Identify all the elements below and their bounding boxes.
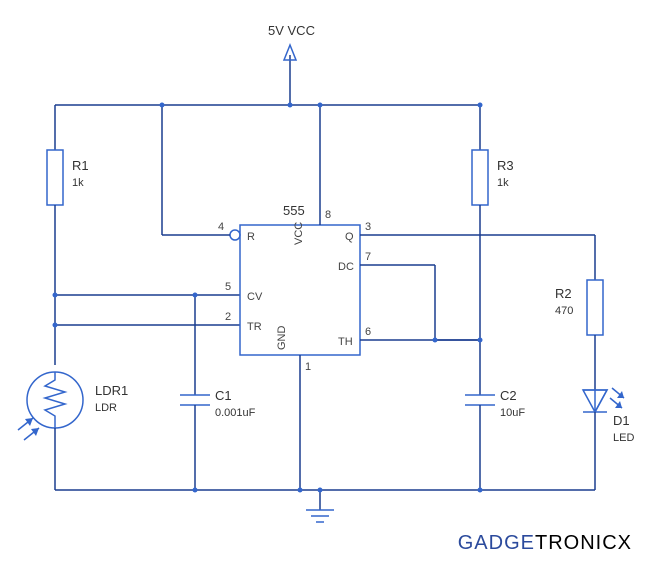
pin-q-label: Q bbox=[345, 231, 354, 243]
resistor-r1 bbox=[47, 150, 63, 205]
junction-dot bbox=[478, 338, 483, 343]
vcc-label: 5V VCC bbox=[268, 23, 315, 38]
resistor-r2 bbox=[587, 280, 603, 335]
r3-ref: R3 bbox=[497, 158, 514, 173]
pin-dc-label: DC bbox=[338, 261, 354, 273]
junction-dot bbox=[53, 293, 58, 298]
r2-ref: R2 bbox=[555, 286, 572, 301]
pin4-bubble-icon bbox=[230, 230, 240, 240]
junction-dot bbox=[318, 103, 323, 108]
ic-name: 555 bbox=[283, 203, 305, 218]
c1-value: 0.001uF bbox=[215, 407, 256, 419]
r3-value: 1k bbox=[497, 177, 509, 189]
pin3-num: 3 bbox=[365, 221, 371, 233]
watermark: GADGETRONICX bbox=[458, 532, 632, 555]
capacitor-c2 bbox=[465, 395, 495, 405]
pin-th-label: TH bbox=[338, 336, 353, 348]
resistor-r3 bbox=[472, 150, 488, 205]
pin-gnd-label: GND bbox=[276, 326, 288, 351]
circuit-schematic: 5V VCC R1 1k LDR1 LDR C1 0.001uF 5 bbox=[0, 0, 650, 570]
pin7-num: 7 bbox=[365, 251, 371, 263]
pin-cv-label: CV bbox=[247, 291, 263, 303]
ldr1-value: LDR bbox=[95, 402, 117, 414]
c2-ref: C2 bbox=[500, 388, 517, 403]
junction-dot bbox=[478, 488, 483, 493]
led-d1 bbox=[583, 388, 624, 412]
junction-dot bbox=[478, 103, 483, 108]
pin8-num: 8 bbox=[325, 209, 331, 221]
pin6-num: 6 bbox=[365, 326, 371, 338]
d1-ref: D1 bbox=[613, 413, 630, 428]
r1-value: 1k bbox=[72, 177, 84, 189]
ldr1-ref: LDR1 bbox=[95, 383, 128, 398]
junction-dot bbox=[193, 293, 198, 298]
ldr-symbol bbox=[18, 372, 83, 440]
pin-r-label: R bbox=[247, 231, 255, 243]
pin5-num: 5 bbox=[225, 281, 231, 293]
r2-value: 470 bbox=[555, 305, 573, 317]
pin2-num: 2 bbox=[225, 311, 231, 323]
c1-ref: C1 bbox=[215, 388, 232, 403]
c2-value: 10uF bbox=[500, 407, 525, 419]
capacitor-c1 bbox=[180, 395, 210, 405]
pin1-num: 1 bbox=[305, 361, 311, 373]
ground-icon bbox=[306, 510, 334, 522]
junction-dot bbox=[318, 488, 323, 493]
junction-dot bbox=[288, 103, 293, 108]
pin-vcc-label: VCC bbox=[293, 222, 305, 245]
junction-dot bbox=[298, 488, 303, 493]
watermark-part1: GADGE bbox=[458, 532, 535, 554]
pin4-num: 4 bbox=[218, 221, 224, 233]
junction-dot bbox=[53, 323, 58, 328]
junction-dot bbox=[433, 338, 438, 343]
junction-dot bbox=[160, 103, 165, 108]
r1-ref: R1 bbox=[72, 158, 89, 173]
junction-dot bbox=[193, 488, 198, 493]
pin-tr-label: TR bbox=[247, 321, 262, 333]
watermark-part2: TRONICX bbox=[535, 532, 632, 554]
d1-value: LED bbox=[613, 432, 634, 444]
